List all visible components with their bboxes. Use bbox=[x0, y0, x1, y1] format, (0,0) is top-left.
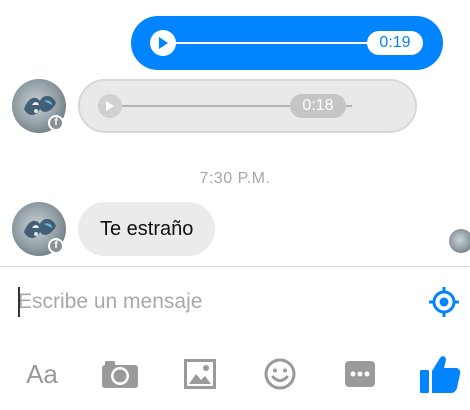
gallery-icon bbox=[184, 359, 216, 389]
facebook-badge-icon: f bbox=[48, 115, 64, 131]
gallery-button[interactable] bbox=[180, 354, 220, 394]
like-thumb-icon bbox=[420, 356, 461, 393]
incoming-text-message[interactable]: Te estraño bbox=[78, 202, 216, 256]
play-button[interactable] bbox=[150, 30, 176, 56]
play-icon bbox=[106, 101, 114, 111]
emoji-icon bbox=[264, 358, 296, 390]
text-cursor bbox=[18, 287, 20, 317]
play-icon bbox=[159, 37, 168, 49]
read-receipt-avatar bbox=[449, 229, 470, 253]
audio-duration: 0:19 bbox=[367, 31, 423, 55]
like-button[interactable] bbox=[418, 354, 462, 394]
text-format-button[interactable]: Aa bbox=[22, 354, 62, 394]
camera-button[interactable] bbox=[100, 354, 140, 394]
camera-icon bbox=[102, 361, 138, 388]
message-timestamp: 7:30 P.M. bbox=[199, 170, 271, 187]
audio-duration: 0:18 bbox=[290, 94, 346, 118]
facebook-badge-icon: f bbox=[48, 238, 64, 254]
outgoing-audio-message[interactable]: 0:19 bbox=[131, 16, 443, 70]
play-button[interactable] bbox=[98, 94, 122, 118]
message-input[interactable] bbox=[18, 285, 398, 319]
more-icon bbox=[345, 361, 375, 387]
incoming-audio-message[interactable]: 0:18 bbox=[78, 79, 417, 133]
location-crosshair-icon[interactable] bbox=[428, 286, 460, 318]
composer-toolbar: Aa bbox=[0, 340, 470, 410]
more-button[interactable] bbox=[340, 354, 380, 394]
message-thread[interactable]: 0:19 f 0:18 7:30 P.M. f Te estraño bbox=[0, 0, 470, 266]
message-composer bbox=[0, 267, 470, 337]
emoji-button[interactable] bbox=[260, 354, 300, 394]
